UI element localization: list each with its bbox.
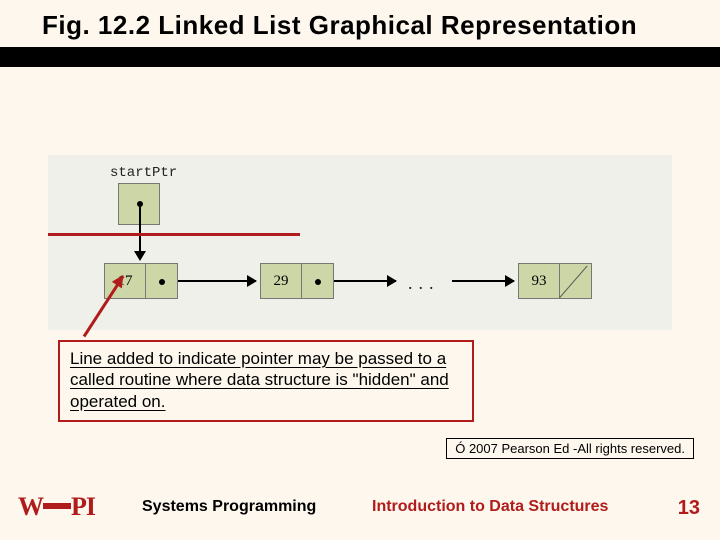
copyright-box: Ó 2007 Pearson Ed -All rights reserved. [446,438,694,459]
arrow-down-head [134,251,146,261]
pointer-dot [315,279,321,285]
arrow-right [334,280,396,282]
node-value: 29 [260,263,302,299]
list-node: 93 [518,263,592,299]
wpi-logo: WPI [18,492,95,522]
copyright-text: Ó 2007 Pearson Ed -All rights reserved. [455,441,685,456]
callout-text: Line added to indicate pointer may be pa… [70,348,462,412]
list-node: 29 [260,263,334,299]
node-terminator-cell [560,263,592,299]
title-underline [0,47,720,67]
linked-list-diagram: startPtr 17 29 ... 93 [48,155,672,330]
slide-title: Fig. 12.2 Linked List Graphical Represen… [0,0,720,47]
node-value: 93 [518,263,560,299]
node-pointer-cell [302,263,334,299]
annotation-line [48,233,300,236]
start-pointer-label: startPtr [110,165,177,181]
page-number: 13 [678,497,700,520]
callout-box: Line added to indicate pointer may be pa… [58,340,474,422]
footer-right: Introduction to Data Structures [372,498,608,516]
title-bar: Fig. 12.2 Linked List Graphical Represen… [0,0,720,67]
pointer-dot [159,279,165,285]
logo-bar-icon [43,503,71,509]
footer-left: Systems Programming [142,498,316,516]
arrow-down-shaft [139,207,141,253]
arrow-right [178,280,256,282]
null-terminator-icon [560,264,590,298]
ellipsis: ... [408,273,440,294]
arrow-right [452,280,514,282]
node-pointer-cell [146,263,178,299]
